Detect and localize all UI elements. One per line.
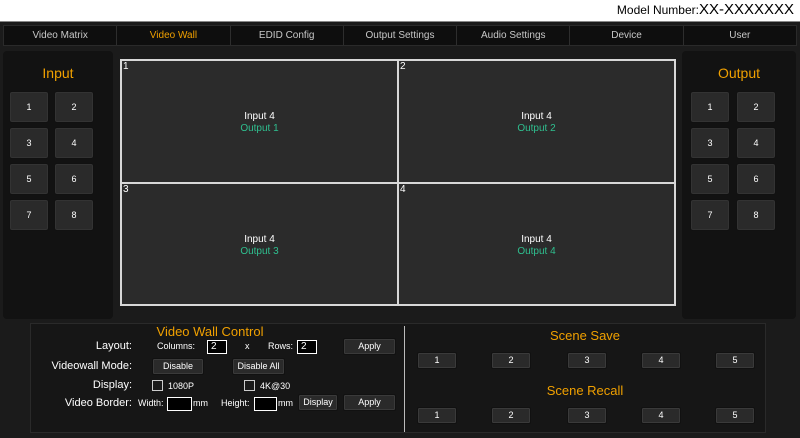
label-1080p: 1080P [168,381,195,391]
border-height-input[interactable] [254,397,277,411]
tab-user[interactable]: User [684,26,796,45]
output-panel: Output 1 2 3 4 5 6 7 8 [682,51,796,319]
layout-apply-button[interactable]: Apply [343,338,396,355]
scene-recall-button-3[interactable]: 3 [567,407,607,424]
disable-all-button[interactable]: Disable All [232,358,285,375]
layout-x-label: x [245,341,250,351]
input-button-2[interactable]: 2 [54,91,94,123]
tab-device[interactable]: Device [570,26,684,45]
wall-cell-output: Output 1 [240,123,279,134]
video-wall-grid: 1 Input 4 Output 1 2 Input 4 Output 2 3 … [120,59,676,306]
wall-cell-4[interactable]: 4 Input 4 Output 4 [398,183,675,305]
scene-save-button-1[interactable]: 1 [417,352,457,369]
app-root: Model Number:XX-XXXXXXX Video Matrix Vid… [0,0,800,438]
checkbox-1080p[interactable] [152,380,163,391]
tab-edid-config[interactable]: EDID Config [231,26,344,45]
input-panel: Input 1 2 3 4 5 6 7 8 [3,51,113,319]
model-number: Model Number:XX-XXXXXXX [617,1,794,18]
scene-save-button-3[interactable]: 3 [567,352,607,369]
output-button-5[interactable]: 5 [690,163,730,195]
columns-input[interactable]: 2 [207,340,227,354]
wall-cell-number: 4 [400,184,406,195]
wall-cell-number: 2 [400,61,406,72]
columns-label: Columns: [157,341,196,351]
videowall-mode-label: Videowall Mode: [51,360,132,372]
wall-cell-number: 3 [123,184,129,195]
input-button-1[interactable]: 1 [9,91,49,123]
wall-cell-3[interactable]: 3 Input 4 Output 3 [121,183,398,305]
tab-video-wall[interactable]: Video Wall [117,26,231,45]
label-4k30: 4K@30 [260,381,291,391]
scene-save-button-2[interactable]: 2 [491,352,531,369]
rows-input[interactable]: 2 [297,340,317,354]
wall-cell-output: Output 4 [517,246,556,257]
wall-cell-input: Input 4 [244,234,275,245]
video-border-label: Video Border: [64,397,132,409]
wall-cell-output: Output 3 [240,246,279,257]
control-divider [404,326,405,432]
border-width-label: Width: [138,398,164,408]
output-panel-title: Output [717,65,761,81]
scene-save-button-4[interactable]: 4 [641,352,681,369]
scene-recall-button-2[interactable]: 2 [491,407,531,424]
wall-cell-1[interactable]: 1 Input 4 Output 1 [121,60,398,183]
header-bar: Model Number:XX-XXXXXXX [0,0,800,22]
border-display-button[interactable]: Display [298,394,338,411]
wall-cell-input: Input 4 [521,234,552,245]
video-wall-control-title: Video Wall Control [156,324,264,339]
output-button-6[interactable]: 6 [736,163,776,195]
border-height-unit: mm [278,398,293,408]
border-width-input[interactable] [167,397,192,411]
output-button-4[interactable]: 4 [736,127,776,159]
wall-cell-input: Input 4 [521,111,552,122]
scene-recall-button-5[interactable]: 5 [715,407,755,424]
tab-output-settings[interactable]: Output Settings [344,26,458,45]
output-button-2[interactable]: 2 [736,91,776,123]
input-button-7[interactable]: 7 [9,199,49,231]
output-button-1[interactable]: 1 [690,91,730,123]
input-button-6[interactable]: 6 [54,163,94,195]
wall-cell-output: Output 2 [517,123,556,134]
input-button-3[interactable]: 3 [9,127,49,159]
border-height-label: Height: [221,398,250,408]
input-button-4[interactable]: 4 [54,127,94,159]
border-width-unit: mm [193,398,208,408]
input-button-5[interactable]: 5 [9,163,49,195]
rows-label: Rows: [268,341,294,351]
main-nav: Video Matrix Video Wall EDID Config Outp… [3,25,797,46]
display-label: Display: [92,379,132,391]
tab-audio-settings[interactable]: Audio Settings [457,26,571,45]
layout-label: Layout: [95,340,132,352]
wall-cell-number: 1 [123,61,129,72]
checkbox-4k30[interactable] [244,380,255,391]
scene-recall-title: Scene Recall [546,383,624,398]
scene-recall-button-1[interactable]: 1 [417,407,457,424]
output-button-7[interactable]: 7 [690,199,730,231]
scene-save-button-5[interactable]: 5 [715,352,755,369]
model-number-label: Model Number: [616,3,699,17]
wall-cell-2[interactable]: 2 Input 4 Output 2 [398,60,675,183]
border-apply-button[interactable]: Apply [343,394,396,411]
output-button-8[interactable]: 8 [736,199,776,231]
scene-recall-button-4[interactable]: 4 [641,407,681,424]
input-panel-title: Input [42,65,74,81]
disable-button[interactable]: Disable [152,358,204,375]
wall-cell-input: Input 4 [244,111,275,122]
scene-save-title: Scene Save [549,328,621,343]
input-button-8[interactable]: 8 [54,199,94,231]
model-number-value: XX-XXXXXXX [698,1,794,18]
output-button-3[interactable]: 3 [690,127,730,159]
tab-video-matrix[interactable]: Video Matrix [4,26,118,45]
